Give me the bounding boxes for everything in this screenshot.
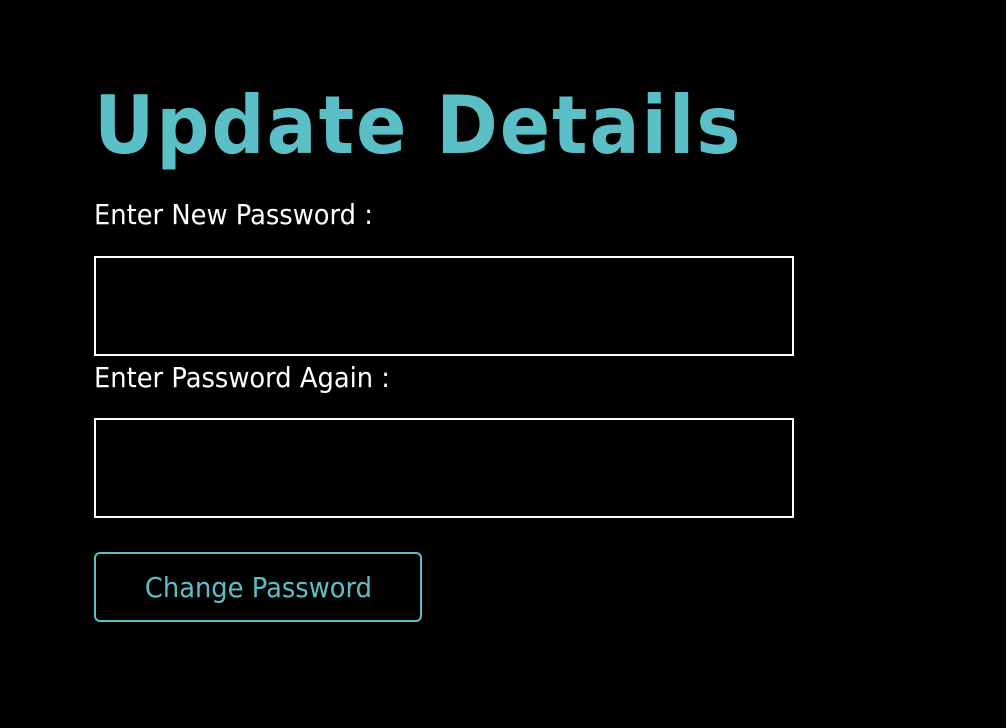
page-title: Update Details [94,79,743,172]
change-password-button-label: Change Password [144,570,372,604]
new-password-input[interactable] [94,256,794,356]
new-password-label: Enter New Password : [94,198,373,231]
confirm-password-input[interactable] [94,418,794,518]
change-password-button[interactable]: Change Password [94,552,422,622]
confirm-password-label: Enter Password Again : [94,361,390,394]
